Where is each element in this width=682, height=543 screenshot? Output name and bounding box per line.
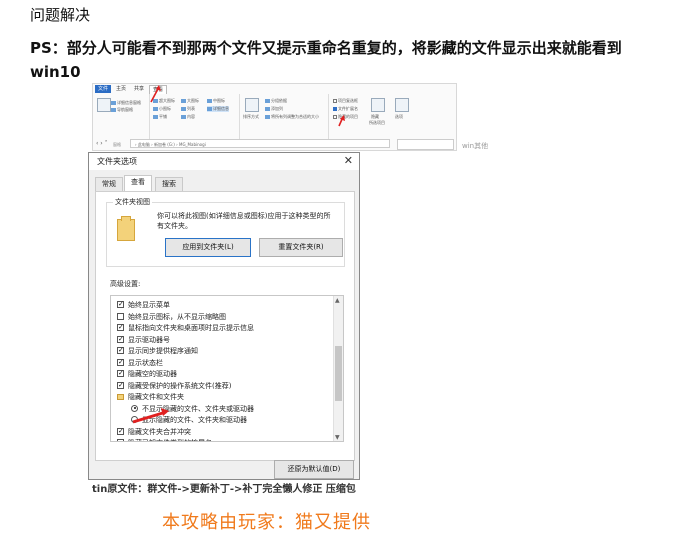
tab-search[interactable]: 搜索 bbox=[155, 177, 183, 191]
os-label: win10 bbox=[30, 63, 81, 81]
address-row: ‹ › ˄ › 此电脑 › 新加卷 (G:) › MG_Mabinogi bbox=[92, 138, 455, 150]
reset-folders-button[interactable]: 重置文件夹(R) bbox=[259, 238, 343, 257]
folder-options-dialog: 文件夹选项 ✕ 常规 查看 搜索 文件夹视图 你可以将此视图(如详细信息或图标)… bbox=[88, 152, 360, 480]
folder-views-label: 文件夹视图 bbox=[113, 197, 152, 207]
watermark-top: win其他 bbox=[462, 142, 489, 150]
dialog-title: 文件夹选项 bbox=[97, 157, 137, 166]
arrow-head bbox=[161, 408, 169, 416]
folder-views-group: 文件夹视图 你可以将此视图(如详细信息或图标)应用于这种类型的所有文件夹。 应用… bbox=[106, 197, 345, 267]
tab-view[interactable]: 查看 bbox=[124, 175, 152, 192]
restore-defaults-button[interactable]: 还原为默认值(D) bbox=[274, 460, 354, 479]
advanced-settings-label: 高级设置: bbox=[110, 280, 141, 288]
search-input[interactable] bbox=[397, 139, 454, 150]
address-bar[interactable]: › 此电脑 › 新加卷 (G:) › MG_Mabinogi bbox=[130, 139, 390, 148]
folder-views-desc: 你可以将此视图(如详细信息或图标)应用于这种类型的所有文件夹。 bbox=[157, 212, 331, 230]
tab-general[interactable]: 常规 bbox=[95, 177, 123, 191]
section-title: 问题解决 bbox=[30, 6, 91, 24]
source-note: tin原文件：群文件->更新补丁->补丁完全懒人修正 压缩包 bbox=[92, 484, 356, 495]
view-tab-panel: 文件夹视图 你可以将此视图(如详细信息或图标)应用于这种类型的所有文件夹。 应用… bbox=[95, 191, 355, 479]
close-icon[interactable]: ✕ bbox=[344, 154, 353, 167]
apply-to-folders-button[interactable]: 应用到文件夹(L) bbox=[165, 238, 251, 257]
folder-icon bbox=[117, 216, 135, 241]
advanced-settings-list[interactable]: 始终显示菜单始终显示图标，从不显示缩略图鼠标指向文件夹和桌面项时显示提示信息显示… bbox=[110, 295, 344, 442]
red-arrow-radio bbox=[132, 408, 169, 424]
arrow-to-show-hidden bbox=[132, 410, 167, 424]
dialog-titlebar: 文件夹选项 ✕ bbox=[89, 153, 359, 170]
author-credit: 本攻略由玩家：猫又提供 bbox=[162, 512, 371, 533]
ps-note: PS：部分人可能看不到那两个文件又提示重命名重复的，将影藏的文件显示出来就能看到 bbox=[30, 39, 622, 57]
nav-arrows-icon[interactable]: ‹ › ˄ bbox=[96, 140, 108, 147]
